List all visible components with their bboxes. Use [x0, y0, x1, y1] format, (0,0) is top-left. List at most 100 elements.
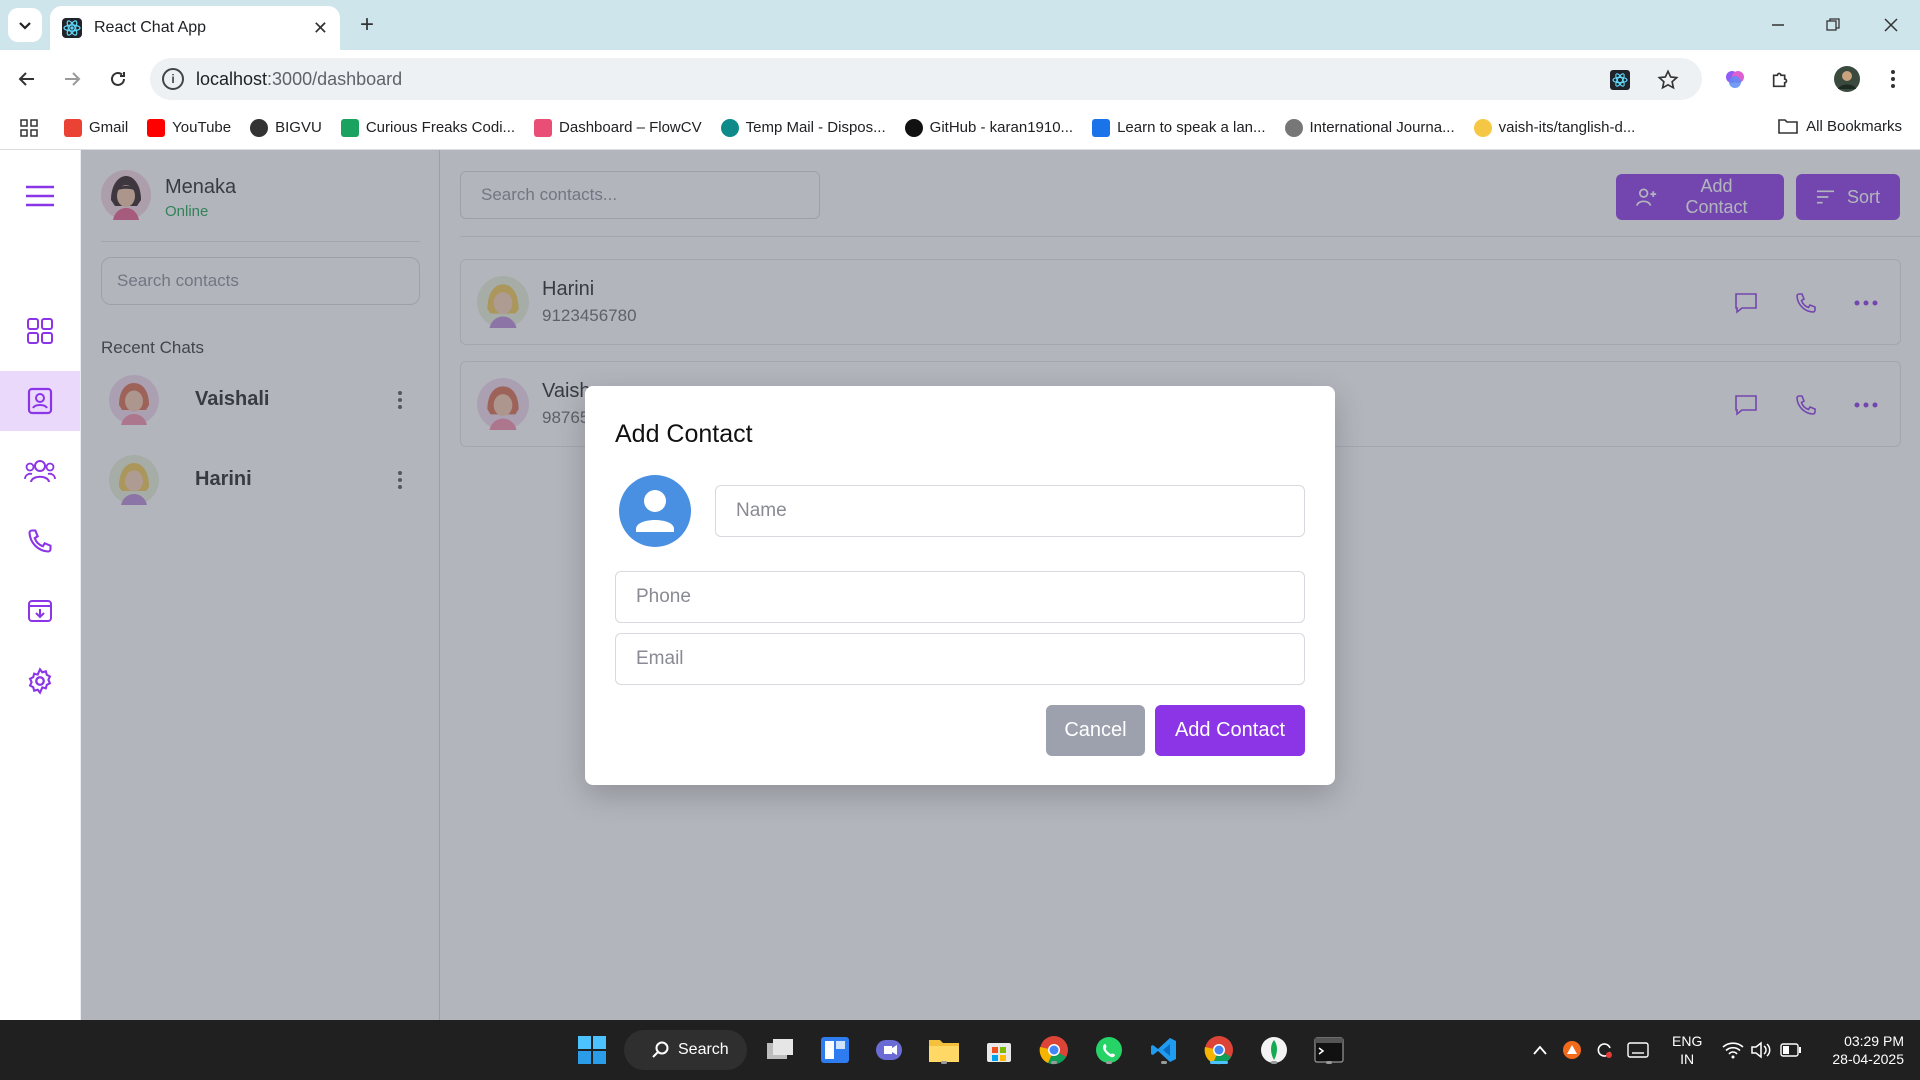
archive-download-icon: [28, 600, 52, 622]
extensions-puzzle-icon[interactable]: [1766, 64, 1796, 94]
wifi-icon[interactable]: [1720, 1032, 1746, 1068]
bookmarks-bar: Gmail YouTube BIGVU Curious Freaks Codi.…: [0, 106, 1920, 150]
minimize-icon: [1772, 24, 1784, 26]
submit-add-contact-button[interactable]: Add Contact: [1155, 705, 1305, 756]
rail-archive[interactable]: [0, 581, 80, 641]
close-window-button[interactable]: [1878, 12, 1904, 38]
tempmail-icon: [720, 118, 739, 137]
plus-icon: [340, 118, 359, 137]
profile-avatar-icon[interactable]: [1832, 64, 1862, 94]
tab-title: React Chat App: [94, 19, 207, 36]
file-explorer-icon[interactable]: [926, 1032, 962, 1068]
user-avatar-placeholder-icon[interactable]: [619, 475, 691, 547]
rail-dashboard[interactable]: [0, 301, 80, 361]
mongodb-compass-icon[interactable]: [1256, 1032, 1292, 1068]
battery-icon[interactable]: [1778, 1032, 1804, 1068]
bookmark-github[interactable]: GitHub - karan1910...: [904, 118, 1073, 137]
windows-taskbar: Search ENG IN 03:29 PM 28-04-2025: [0, 1020, 1920, 1080]
folder-icon: [1778, 119, 1798, 134]
modal-title: Add Contact: [615, 420, 753, 448]
back-button[interactable]: [12, 64, 42, 94]
chevron-down-icon: [19, 22, 31, 30]
hamburger-icon: [26, 185, 54, 207]
site-info-icon[interactable]: i: [162, 68, 184, 90]
rail-settings[interactable]: [0, 651, 80, 711]
hugging-face-icon: [1473, 118, 1492, 137]
apps-grid-icon[interactable]: [20, 118, 38, 137]
taskbar-search[interactable]: Search: [624, 1030, 747, 1070]
phone-icon: [28, 529, 52, 553]
react-devtools-icon[interactable]: [1608, 68, 1632, 92]
icon-rail: [0, 150, 81, 1020]
cancel-button[interactable]: Cancel: [1046, 705, 1145, 756]
terminal-icon[interactable]: [1311, 1032, 1347, 1068]
gear-icon: [28, 667, 52, 695]
language-indicator[interactable]: ENG IN: [1672, 1032, 1702, 1068]
phone-input[interactable]: [615, 571, 1305, 623]
widgets-icon[interactable]: [817, 1032, 853, 1068]
github-icon: [904, 118, 923, 137]
menu-toggle-button[interactable]: [0, 166, 80, 226]
star-bookmark-icon[interactable]: [1656, 68, 1680, 92]
email-input[interactable]: [615, 633, 1305, 685]
rail-calls[interactable]: [0, 511, 80, 571]
browser-toolbar: i localhost:3000/dashboard: [0, 50, 1920, 106]
search-icon: [652, 1041, 669, 1058]
bookmark-tanglish[interactable]: vaish-its/tanglish-d...: [1473, 118, 1635, 137]
forward-button[interactable]: [57, 64, 87, 94]
vscode-icon[interactable]: [1146, 1032, 1182, 1068]
rail-groups[interactable]: [0, 441, 80, 501]
clock[interactable]: 03:29 PM 28-04-2025: [1818, 1032, 1904, 1068]
new-tab-button[interactable]: +: [352, 10, 382, 40]
journal-icon: [1284, 118, 1303, 137]
react-icon: [62, 18, 82, 38]
browser-menu-icon[interactable]: [1878, 64, 1908, 94]
reload-icon: [111, 71, 125, 86]
globe-icon: [250, 118, 269, 137]
microsoft-store-icon[interactable]: [981, 1032, 1017, 1068]
bookmark-bigvu[interactable]: BIGVU: [250, 118, 322, 137]
volume-icon[interactable]: [1748, 1032, 1774, 1068]
contact-book-icon: [27, 387, 53, 415]
gmail-icon: [64, 118, 82, 137]
bookmark-gmail[interactable]: Gmail: [64, 118, 128, 137]
url-host: localhost: [196, 68, 268, 89]
language-icon: [1092, 118, 1111, 137]
windows-start-icon[interactable]: [574, 1032, 610, 1068]
minimize-button[interactable]: [1765, 12, 1791, 38]
task-view-icon[interactable]: [762, 1032, 798, 1068]
restore-button[interactable]: [1820, 12, 1846, 38]
all-bookmarks[interactable]: All Bookmarks: [1778, 117, 1902, 135]
teams-meet-icon[interactable]: [871, 1032, 907, 1068]
bookmark-curious-freaks[interactable]: Curious Freaks Codi...: [340, 118, 515, 137]
chrome-active-icon[interactable]: [1201, 1032, 1237, 1068]
reload-button[interactable]: [103, 64, 133, 94]
chrome-icon[interactable]: [1036, 1032, 1072, 1068]
bookmark-international-journal[interactable]: International Journa...: [1284, 118, 1455, 137]
close-icon: [1884, 18, 1898, 32]
extension-brain-icon[interactable]: [1720, 64, 1750, 94]
chevron-up-icon[interactable]: [1527, 1032, 1553, 1068]
flowcv-icon: [534, 118, 553, 137]
users-group-icon: [24, 460, 56, 483]
bookmark-temp-mail[interactable]: Temp Mail - Dispos...: [720, 118, 886, 137]
tab-search-button[interactable]: [8, 8, 42, 42]
sync-icon[interactable]: [1591, 1032, 1617, 1068]
bookmark-youtube[interactable]: YouTube: [147, 118, 231, 137]
keyboard-icon[interactable]: [1625, 1032, 1651, 1068]
arrow-right-icon: [65, 72, 81, 86]
browser-tab-strip: React Chat App ✕ +: [0, 0, 1920, 50]
add-contact-modal: Add Contact Cancel Add Contact: [585, 386, 1335, 785]
tab-close-icon[interactable]: ✕: [313, 18, 328, 39]
name-input[interactable]: [715, 485, 1305, 537]
whatsapp-icon[interactable]: [1091, 1032, 1127, 1068]
rail-contacts[interactable]: [0, 371, 80, 431]
bookmark-learn-language[interactable]: Learn to speak a lan...: [1092, 118, 1266, 137]
url-path: :3000/dashboard: [267, 68, 403, 89]
youtube-icon: [147, 118, 166, 137]
browser-tab[interactable]: React Chat App ✕: [50, 6, 340, 50]
tray-app-icon[interactable]: [1559, 1032, 1585, 1068]
grid-icon: [27, 318, 53, 344]
address-bar[interactable]: i localhost:3000/dashboard: [150, 58, 1702, 100]
bookmark-flowcv[interactable]: Dashboard – FlowCV: [534, 118, 702, 137]
